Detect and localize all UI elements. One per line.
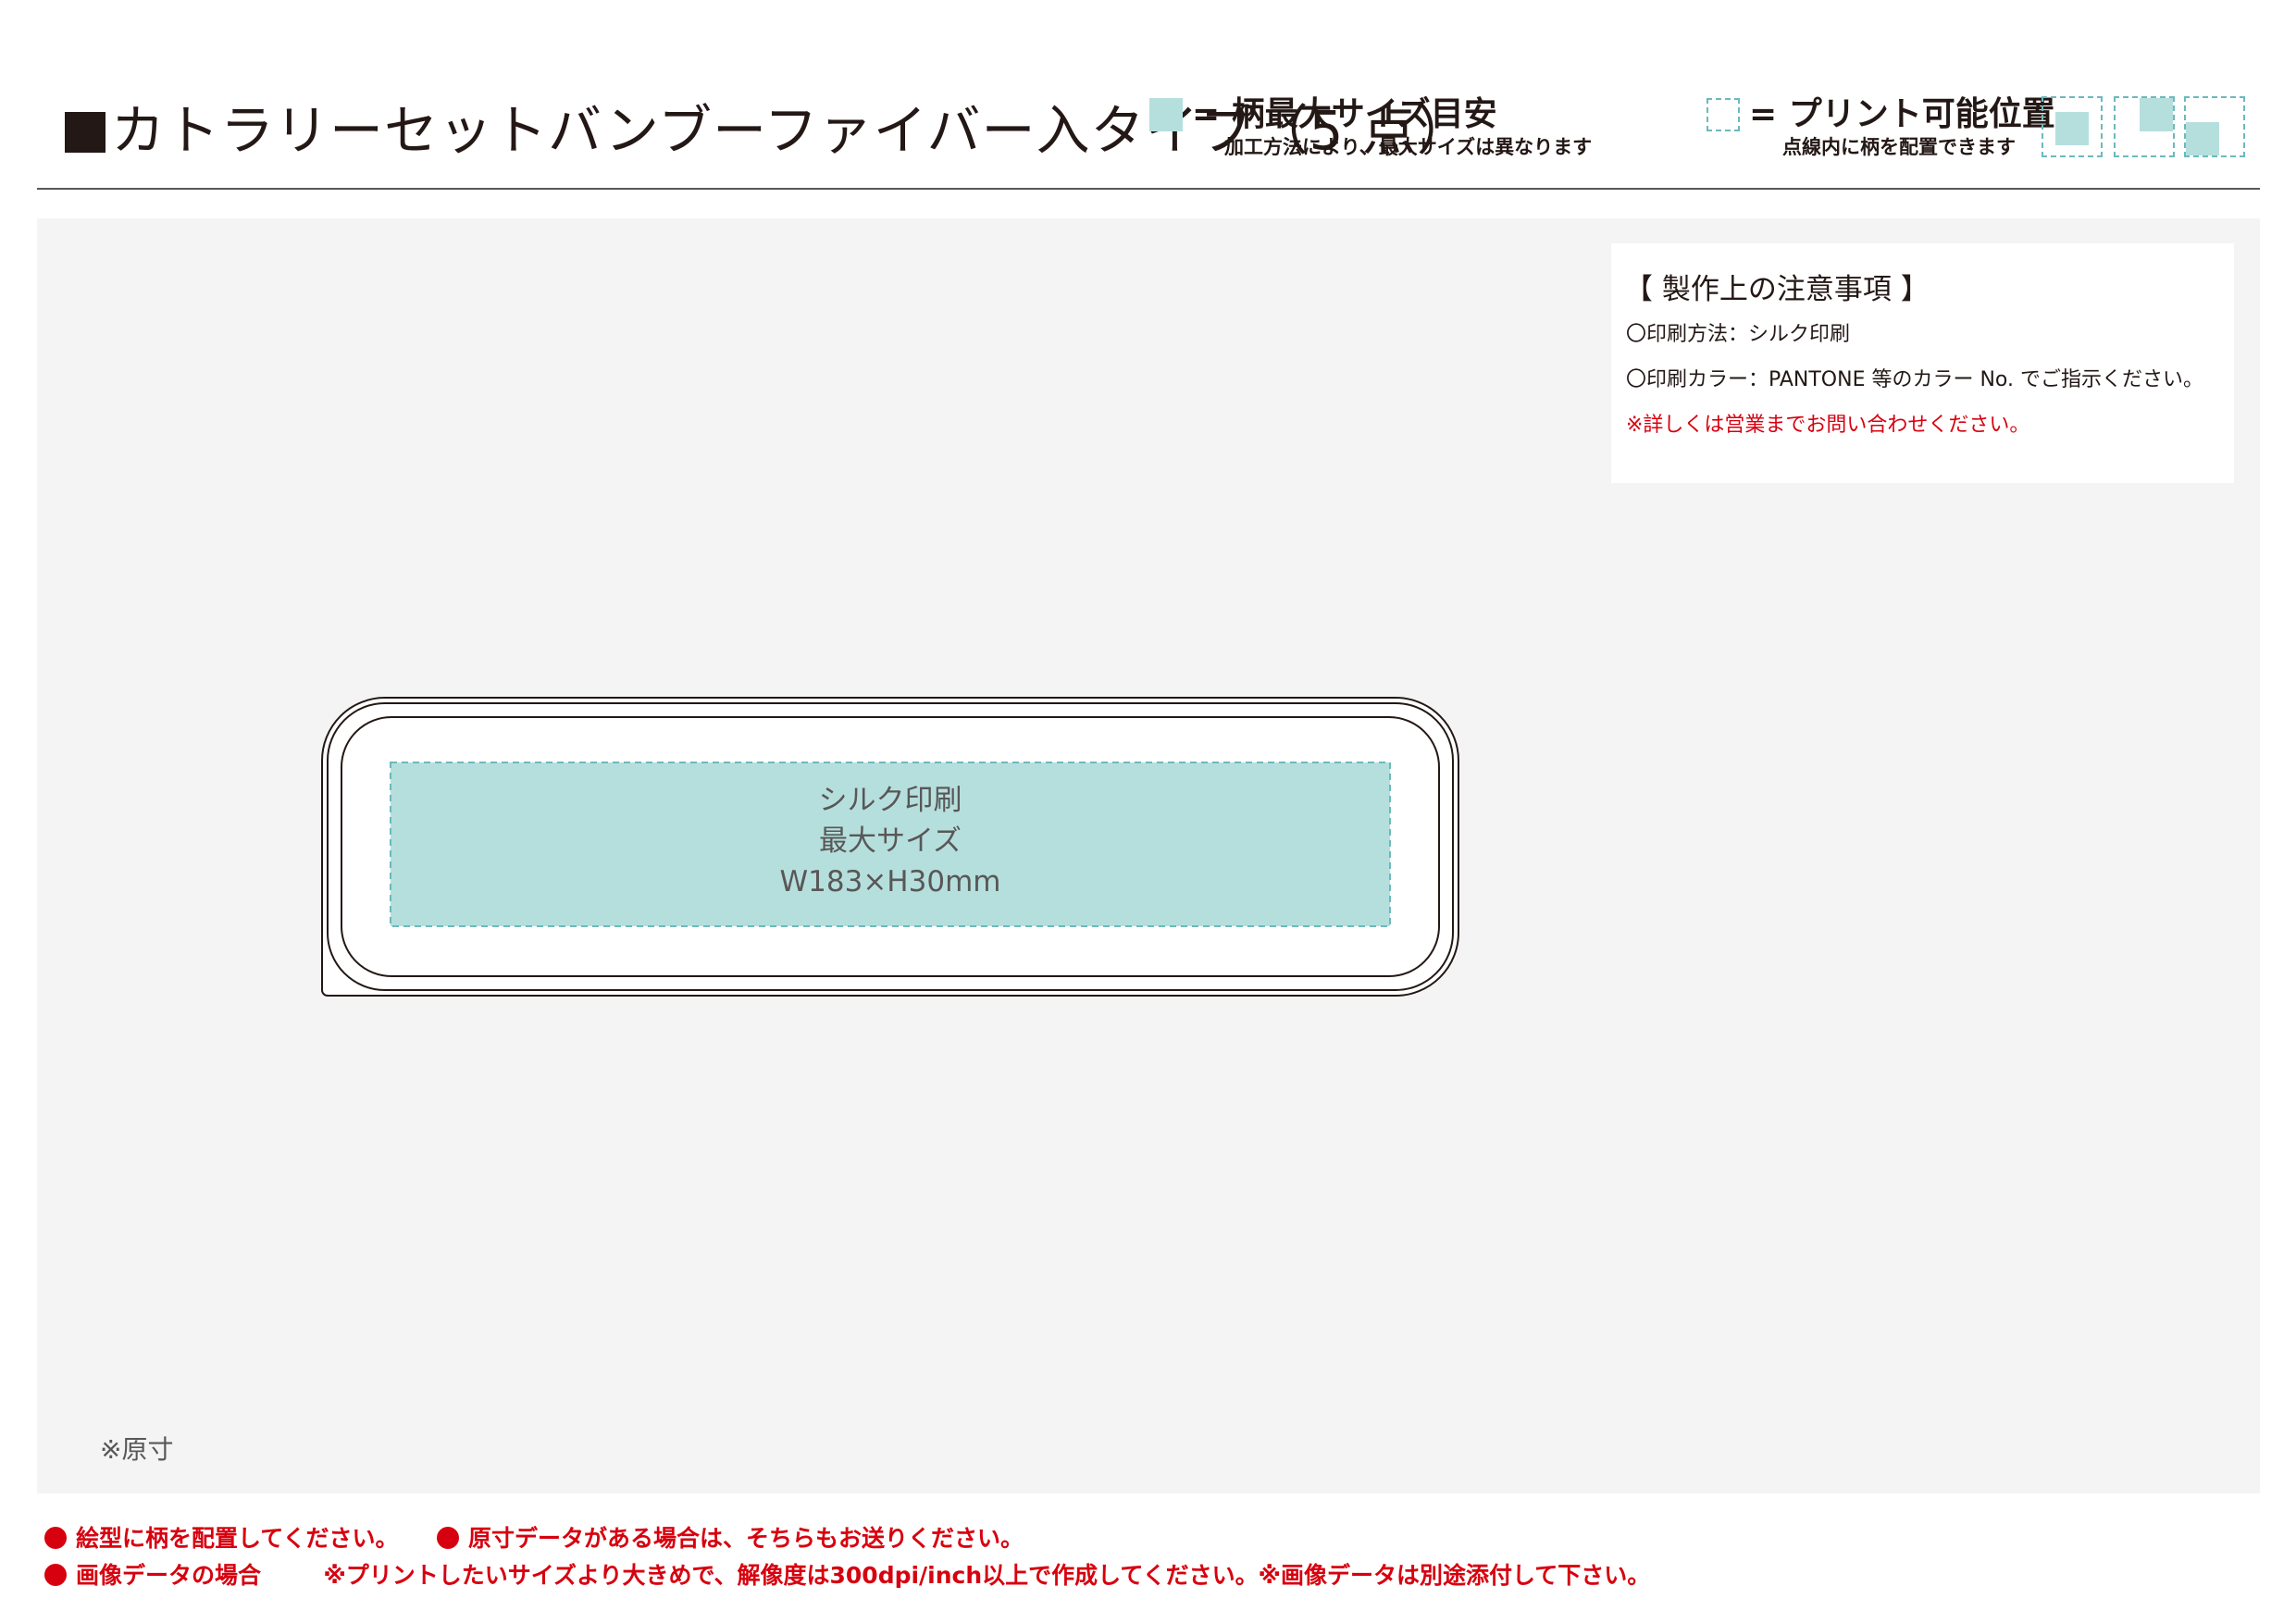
- max-size-swatch-icon: [1149, 98, 1183, 131]
- print-area-method: シルク印刷: [818, 784, 962, 817]
- title-square-icon: [65, 112, 105, 153]
- position-example-center-icon: [2042, 96, 2103, 157]
- footer-line-2: 画像データの場合 ※プリントしたいサイズより大きめで、解像度は300dpi/in…: [44, 1564, 1650, 1587]
- notes-heading: 【 製作上の注意事項 】: [1624, 273, 1930, 306]
- print-area-dimensions: W183×H30mm: [779, 865, 1001, 898]
- footer-instruction-place: 絵型に柄を配置してください。: [76, 1525, 399, 1552]
- footer-line-1: 絵型に柄を配置してください。 原寸データがある場合は、そちらもお送りください。: [44, 1527, 1024, 1550]
- legend-max-label: = 柄最大サイズ目安: [1192, 95, 1497, 133]
- print-area-max-label: 最大サイズ: [818, 824, 962, 858]
- production-notes-box: 【 製作上の注意事項 】 〇印刷方法：シルク印刷 〇印刷カラー：PANTONE …: [1611, 243, 2234, 483]
- position-example-top-right-icon: [2114, 96, 2175, 157]
- notes-print-method: 〇印刷方法：シルク印刷: [1626, 323, 1851, 346]
- bullet-dot-icon: [436, 1527, 459, 1549]
- print-position-dashed-icon: [1706, 98, 1740, 131]
- legend-max-sub: 加工方法により、最大サイズは異なります: [1224, 136, 1593, 158]
- bullet-dot-icon: [44, 1527, 67, 1549]
- footer-image-data-instruction: ※プリントしたいサイズより大きめで、解像度は300dpi/inch以上で作成して…: [323, 1562, 1651, 1589]
- notes-print-color: 〇印刷カラー：PANTONE 等のカラー No. でご指示ください。: [1626, 368, 2203, 391]
- legend-pos-label: = プリント可能位置: [1749, 95, 2055, 133]
- position-example-bottom-right-icon: [2184, 96, 2245, 157]
- footer-instruction-original-data: 原寸データがある場合は、そちらもお送りください。: [467, 1525, 1024, 1552]
- scale-note: ※原寸: [100, 1434, 174, 1465]
- footer-image-data-label: 画像データの場合: [76, 1562, 262, 1589]
- header-divider: [37, 188, 2260, 190]
- notes-contact: ※詳しくは営業までお問い合わせください。: [1626, 414, 2030, 437]
- legend-pos-sub: 点線内に柄を配置できます: [1782, 136, 2016, 158]
- bullet-dot-icon: [44, 1564, 67, 1586]
